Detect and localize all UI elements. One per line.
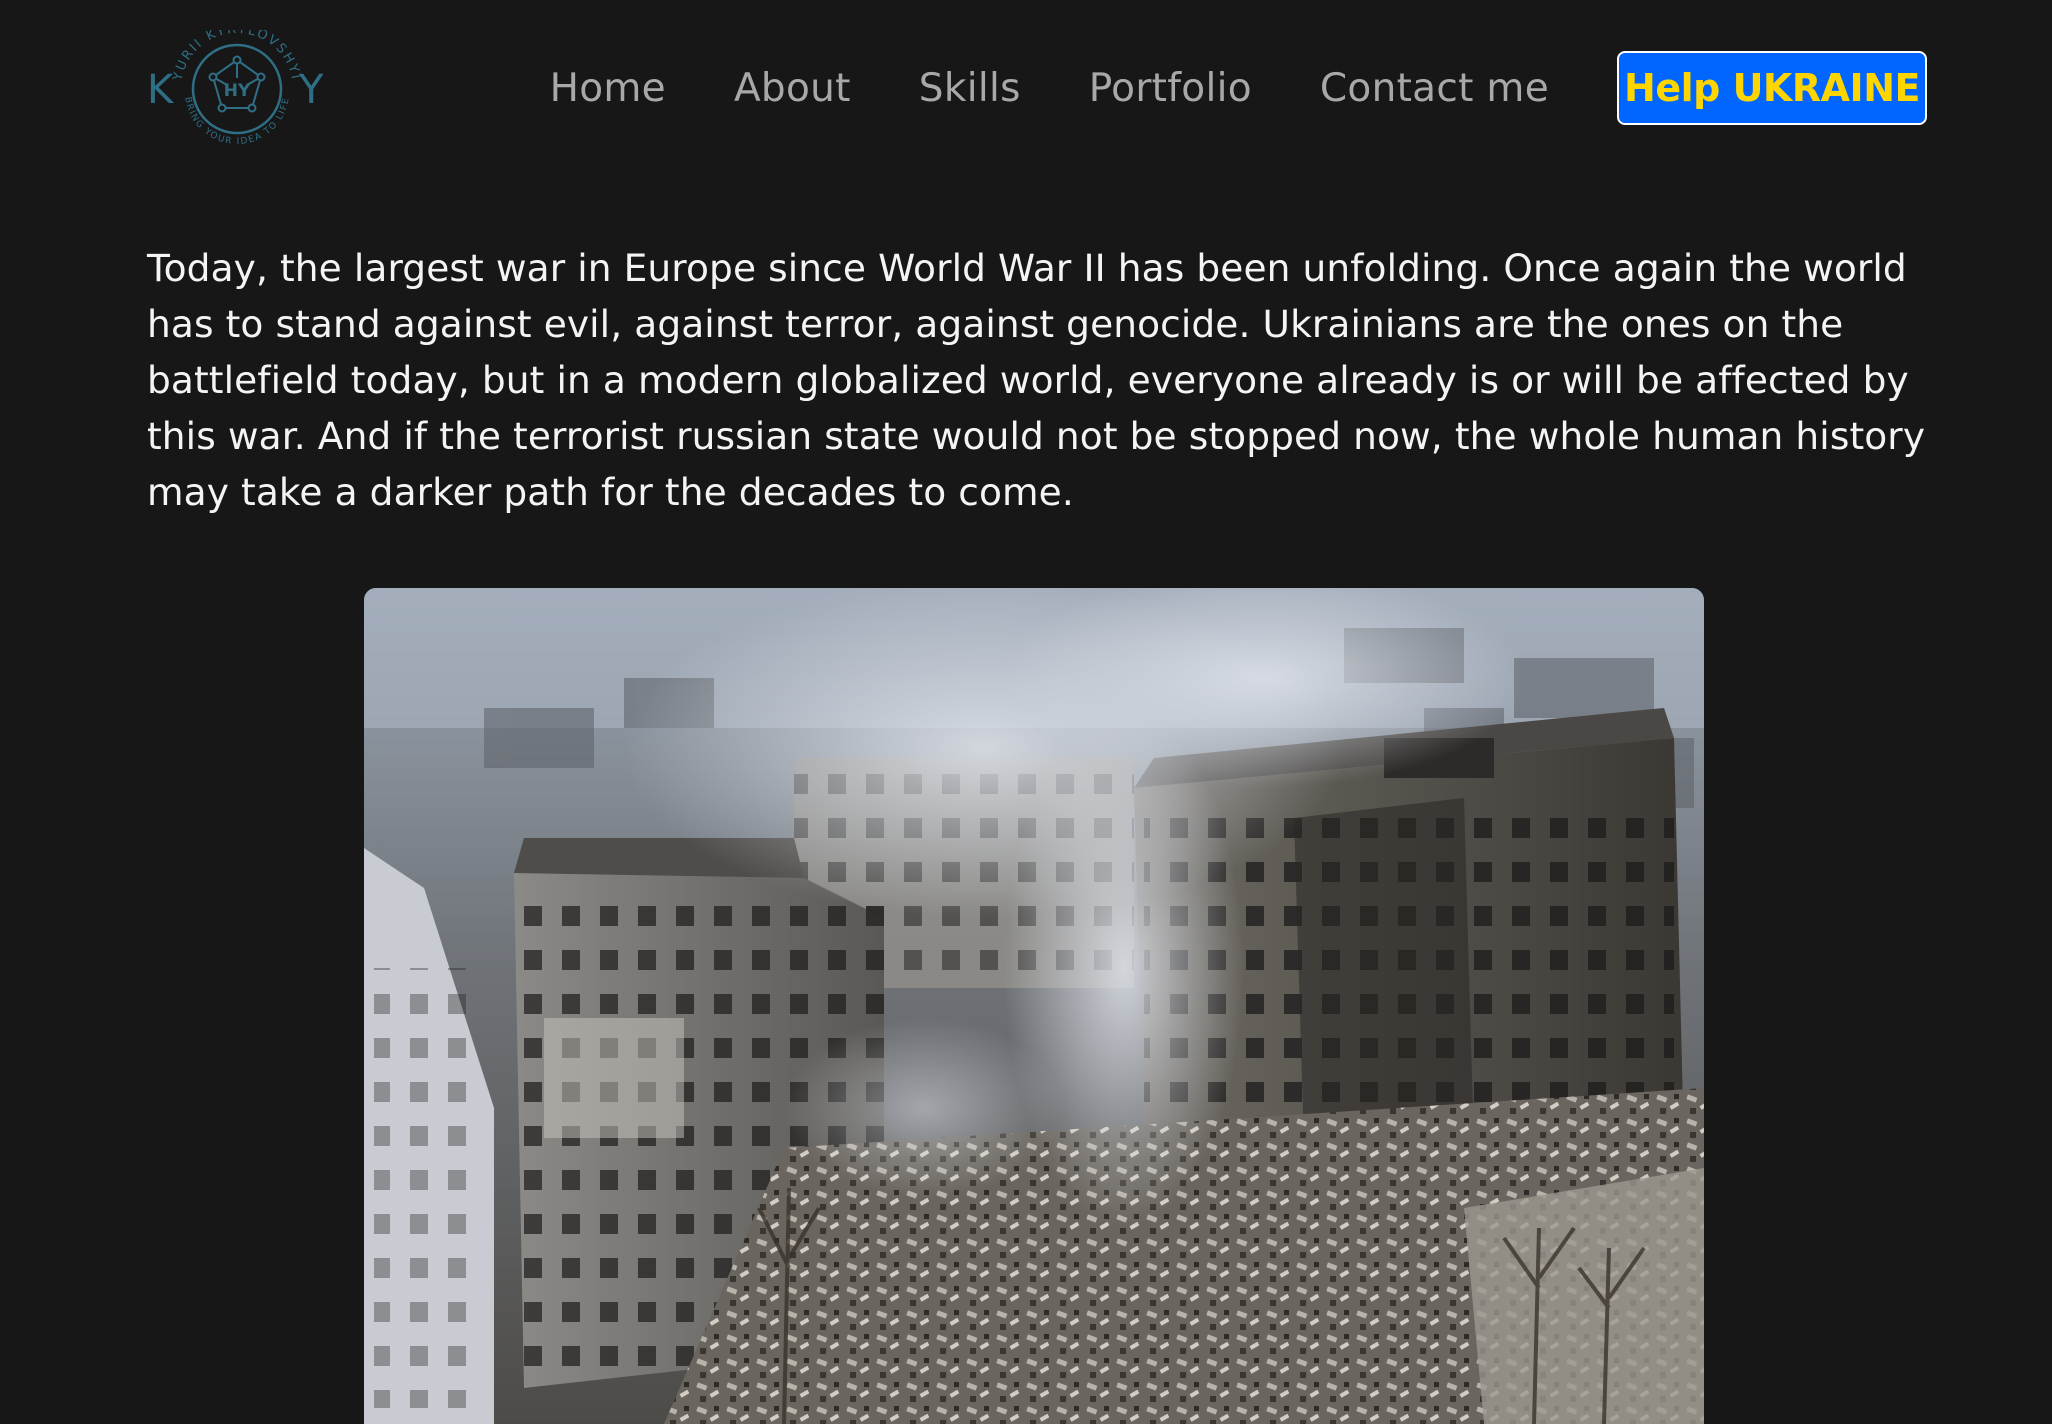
logo-letter-left: K xyxy=(147,67,175,113)
nav-portfolio-link[interactable]: Portfolio xyxy=(1089,66,1252,111)
nav-contact-link[interactable]: Contact me xyxy=(1320,66,1549,111)
nav-skills-link[interactable]: Skills xyxy=(919,66,1021,111)
main-nav: Home About Skills Portfolio Contact me H… xyxy=(550,50,1927,126)
site-header: K Y YURII KYRYLOVSHYI BRING YOUR IDEA TO… xyxy=(147,30,1927,148)
nav-about-link[interactable]: About xyxy=(734,66,851,111)
destroyed-buildings-photo xyxy=(364,588,1704,1424)
page: K Y YURII KYRYLOVSHYI BRING YOUR IDEA TO… xyxy=(0,0,2052,1424)
nav-home-link[interactable]: Home xyxy=(550,66,666,111)
help-ukraine-button[interactable]: Help UKRAINE xyxy=(1617,51,1927,125)
svg-text:BRING YOUR IDEA TO LIFE: BRING YOUR IDEA TO LIFE xyxy=(182,96,292,147)
site-logo[interactable]: K Y YURII KYRYLOVSHYI BRING YOUR IDEA TO… xyxy=(147,30,327,148)
logo-ring-text-bottom: BRING YOUR IDEA TO LIFE xyxy=(182,96,290,147)
logo-monogram: HY xyxy=(224,81,251,101)
intro-paragraph: Today, the largest war in Europe since W… xyxy=(147,246,1926,514)
